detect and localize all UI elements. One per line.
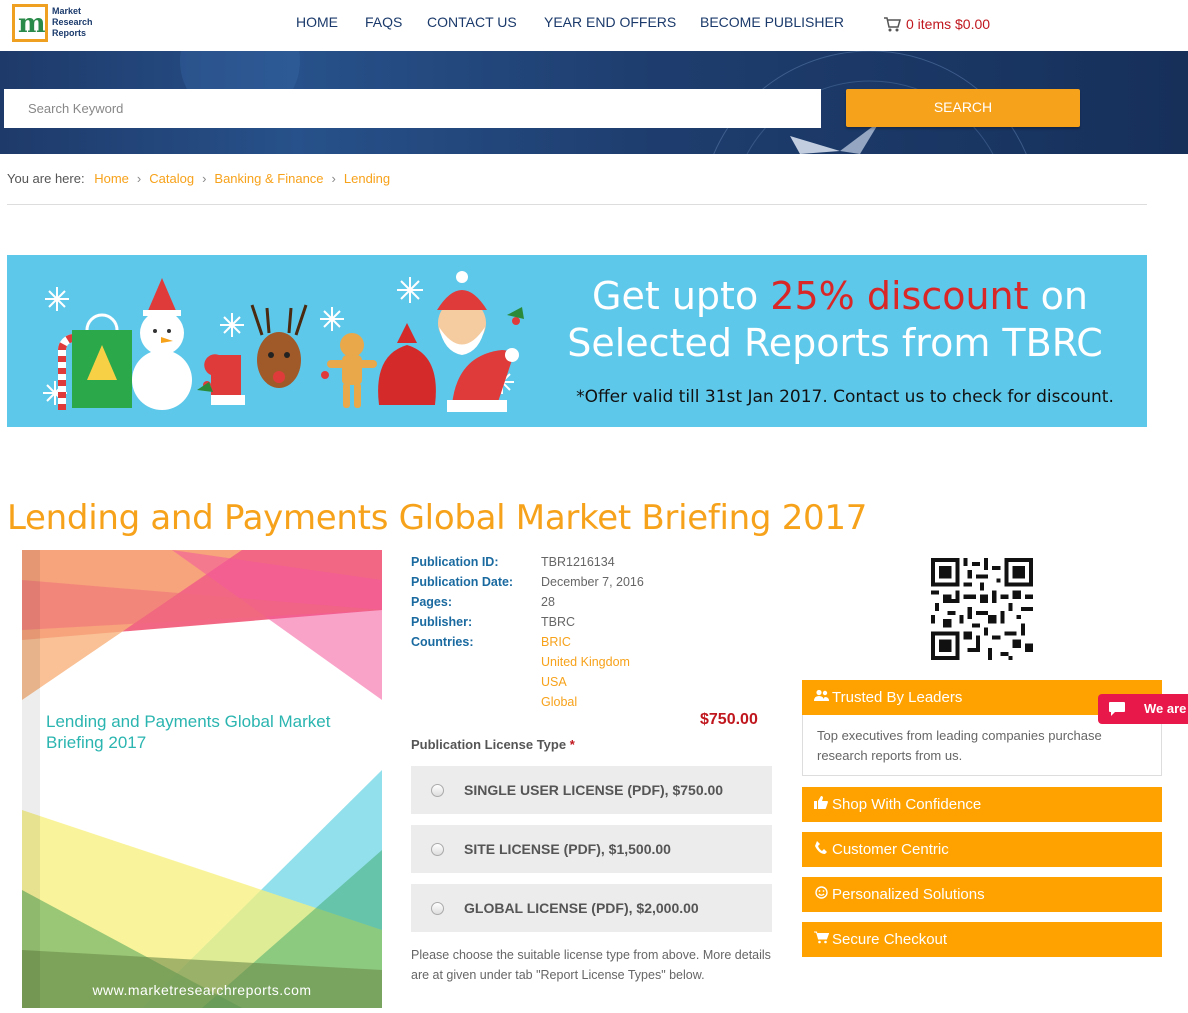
breadcrumb-prefix: You are here: bbox=[7, 171, 85, 186]
page-title: Lending and Payments Global Market Brief… bbox=[7, 498, 868, 538]
detail-row: USA bbox=[411, 672, 771, 692]
cover-artwork bbox=[22, 550, 382, 1008]
nav-faqs[interactable]: FAQS bbox=[365, 14, 402, 30]
customer-centric[interactable]: Customer Centric bbox=[802, 832, 1162, 867]
breadcrumb: You are here: Home › Catalog › Banking & Fin… bbox=[7, 171, 390, 186]
site-logo[interactable]: m Market Research Reports bbox=[12, 4, 96, 44]
nav-home[interactable]: HOME bbox=[296, 14, 338, 30]
nav-become-publisher[interactable]: BECOME PUBLISHER bbox=[700, 14, 844, 30]
country-link[interactable]: BRIC bbox=[541, 632, 571, 652]
banner-subheadline: Selected Reports from TBRC bbox=[567, 321, 1103, 365]
shop-with-confidence[interactable]: Shop With Confidence bbox=[802, 787, 1162, 822]
detail-row: Pages: 28 bbox=[411, 595, 555, 609]
license-option-site[interactable]: SITE LICENSE (PDF), $1,500.00 bbox=[411, 825, 772, 873]
trusted-by-leaders-body: Top executives from leading companies pu… bbox=[802, 715, 1162, 776]
breadcrumb-lending[interactable]: Lending bbox=[344, 171, 390, 186]
users-icon bbox=[813, 689, 829, 706]
cart-icon bbox=[884, 16, 901, 31]
detail-row: Publication ID: TBR1216134 bbox=[411, 555, 615, 569]
country-link[interactable]: USA bbox=[541, 672, 567, 692]
search-input[interactable]: Search Keyword bbox=[4, 89, 821, 128]
cover-url: www.marketresearchreports.com bbox=[92, 982, 312, 998]
report-cover-image bbox=[22, 550, 382, 1008]
radio-button[interactable] bbox=[431, 901, 444, 915]
detail-row: Global bbox=[411, 692, 771, 712]
logo-text: Market Research Reports bbox=[52, 6, 93, 38]
radio-button[interactable] bbox=[431, 842, 444, 856]
logo-mark: m bbox=[12, 4, 48, 42]
detail-row: Publication Date: December 7, 2016 bbox=[411, 575, 644, 589]
chevron-right-icon: › bbox=[331, 171, 336, 186]
banner-note: *Offer valid till 31st Jan 2017. Contact… bbox=[576, 387, 1114, 407]
nav-contact-us[interactable]: CONTACT US bbox=[427, 14, 517, 30]
cart-link[interactable]: 0 items $0.00 bbox=[884, 16, 990, 32]
detail-row: United Kingdom bbox=[411, 652, 771, 672]
smile-icon bbox=[813, 886, 829, 903]
country-link[interactable]: Global bbox=[541, 692, 577, 712]
detail-row: Publisher: TBRC bbox=[411, 615, 576, 629]
banner-headline: Get upto 25% discount on bbox=[592, 274, 1088, 318]
cover-title: Lending and Payments Global Market Brief… bbox=[46, 712, 331, 752]
country-link[interactable]: United Kingdom bbox=[541, 652, 630, 672]
detail-row: Countries: BRIC bbox=[411, 632, 771, 652]
radio-button[interactable] bbox=[431, 783, 444, 797]
cart-summary: 0 items $0.00 bbox=[906, 16, 991, 32]
secure-checkout[interactable]: Secure Checkout bbox=[802, 922, 1162, 957]
publication-details: Publication ID: TBR1216134 Publication Da… bbox=[411, 552, 771, 712]
qr-code-icon bbox=[931, 558, 1033, 660]
search-button[interactable]: SEARCH bbox=[846, 89, 1080, 127]
breadcrumb-catalog[interactable]: Catalog bbox=[149, 171, 194, 186]
license-type-label: Publication License Type * bbox=[411, 737, 575, 752]
personalized-solutions[interactable]: Personalized Solutions bbox=[802, 877, 1162, 912]
phone-icon bbox=[813, 841, 829, 858]
chevron-right-icon: › bbox=[136, 171, 142, 186]
christmas-illustration-icon bbox=[43, 271, 524, 412]
cart-icon bbox=[813, 931, 829, 948]
divider bbox=[7, 204, 1147, 205]
price: $750.00 bbox=[700, 711, 758, 728]
chevron-right-icon: › bbox=[202, 171, 207, 186]
breadcrumb-banking-finance[interactable]: Banking & Finance bbox=[214, 171, 323, 186]
nav-year-end-offers[interactable]: YEAR END OFFERS bbox=[544, 14, 676, 30]
breadcrumb-home[interactable]: Home bbox=[94, 171, 129, 186]
license-note: Please choose the suitable license type … bbox=[411, 948, 771, 982]
chat-widget[interactable]: We are bbox=[1098, 694, 1188, 724]
chat-bubble-icon bbox=[1109, 702, 1125, 716]
license-option-single[interactable]: SINGLE USER LICENSE (PDF), $750.00 bbox=[411, 766, 772, 814]
license-option-global[interactable]: GLOBAL LICENSE (PDF), $2,000.00 bbox=[411, 884, 772, 932]
thumbs-up-icon bbox=[813, 796, 829, 813]
